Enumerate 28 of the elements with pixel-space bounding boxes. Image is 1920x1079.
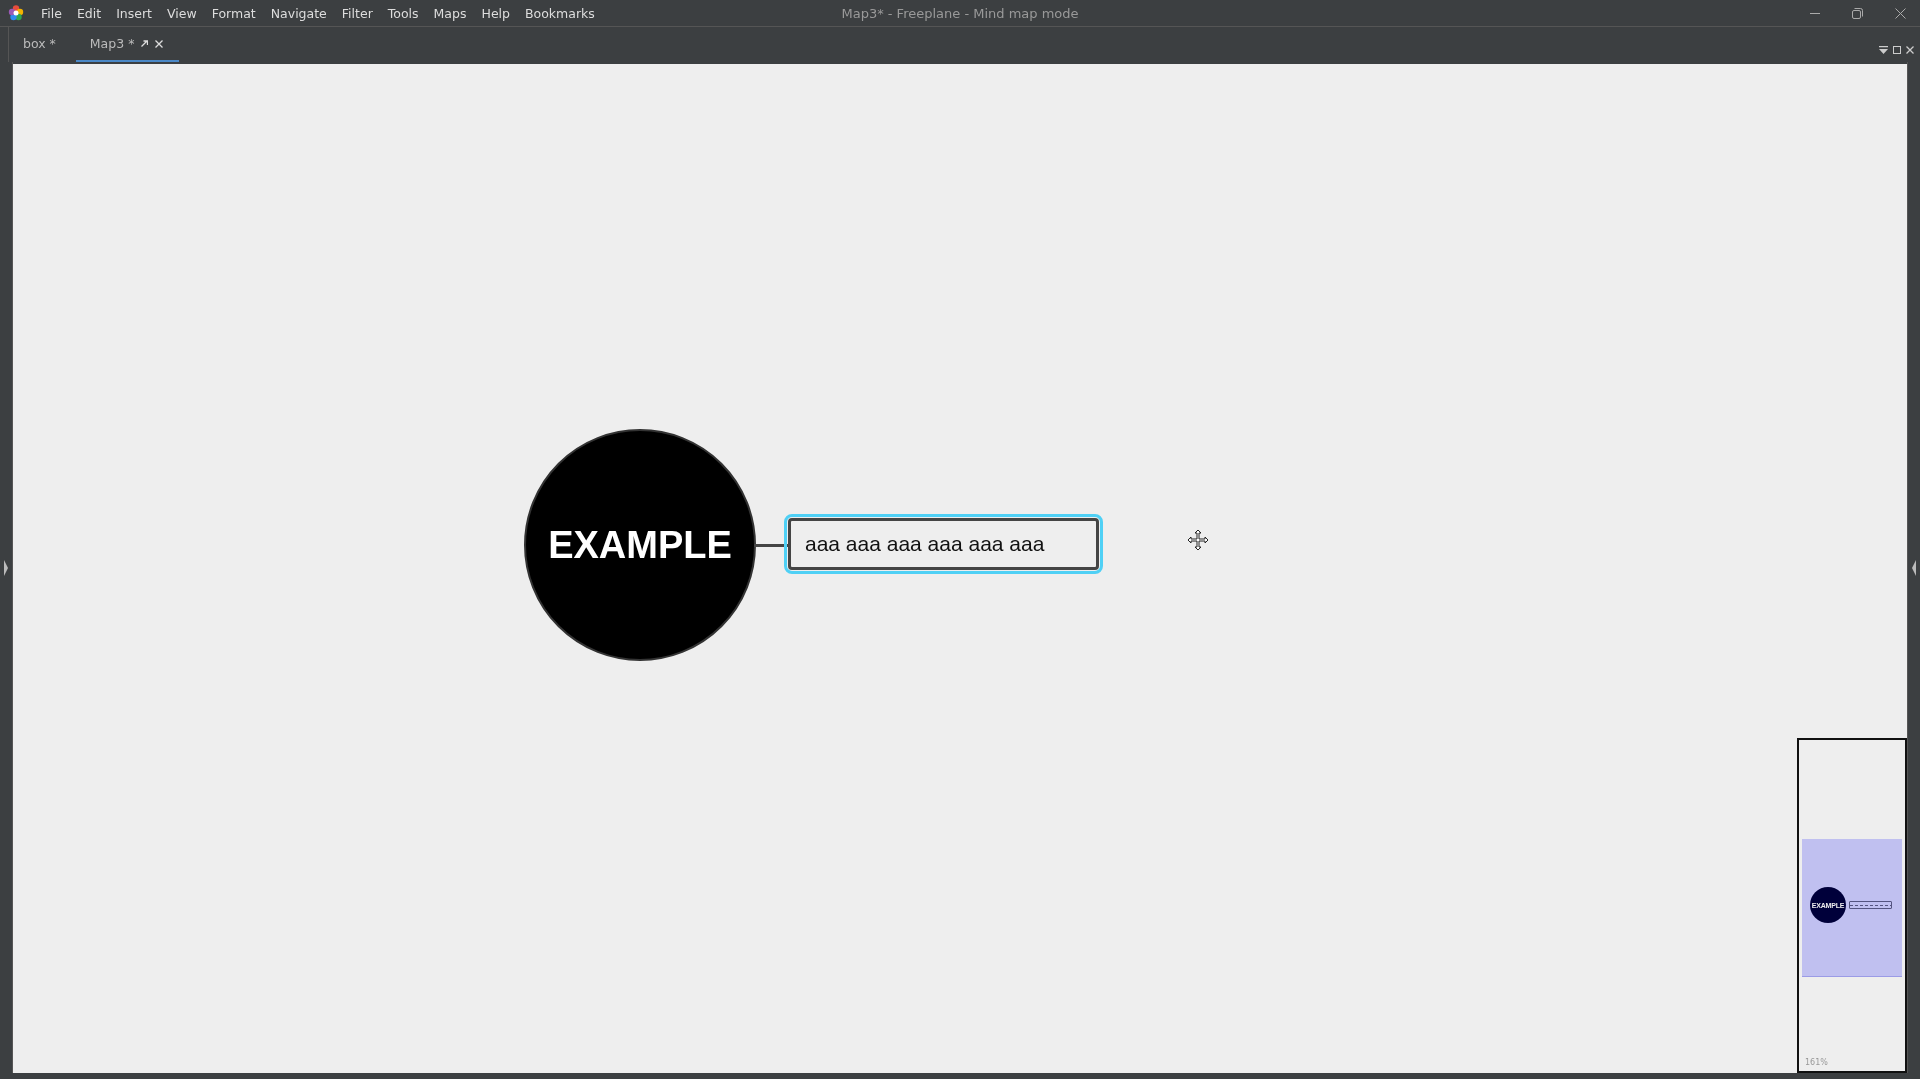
menu-item[interactable]: Edit [69, 5, 110, 21]
restore-icon[interactable] [1852, 7, 1863, 19]
menu-item[interactable]: Insert [109, 5, 160, 21]
menu-item[interactable]: Bookmarks [518, 5, 603, 21]
dropdown-icon[interactable] [1879, 46, 1888, 54]
zoom-level: 161% [1805, 1058, 1828, 1067]
menu-item[interactable]: Tools [380, 5, 427, 21]
undock-icon[interactable] [141, 40, 149, 47]
connector-line [754, 544, 788, 547]
root-node[interactable]: EXAMPLE [524, 429, 756, 661]
menu-item[interactable]: Help [474, 5, 518, 21]
map-tab[interactable]: box * [9, 27, 72, 62]
menu-item[interactable]: Filter [334, 5, 381, 21]
close-icon[interactable] [1906, 46, 1914, 54]
minimap-child-node [1849, 901, 1892, 909]
menu-item[interactable]: File [34, 5, 70, 21]
menu-item[interactable]: Maps [426, 5, 475, 21]
app-logo-icon [8, 5, 24, 21]
expand-right-icon[interactable] [1912, 559, 1916, 576]
map-tab[interactable]: Map3 * [75, 27, 180, 62]
move-cursor-icon [1187, 529, 1209, 551]
expand-left-icon[interactable] [4, 559, 8, 576]
menu-item[interactable]: View [160, 5, 205, 21]
window-title: Map3* - Freeplane - Mind map mode [841, 5, 1079, 21]
menu-item[interactable]: Format [204, 5, 264, 21]
maximize-icon[interactable] [1893, 46, 1901, 54]
close-icon[interactable] [1895, 7, 1906, 19]
menu-item[interactable]: Navigate [263, 5, 335, 21]
